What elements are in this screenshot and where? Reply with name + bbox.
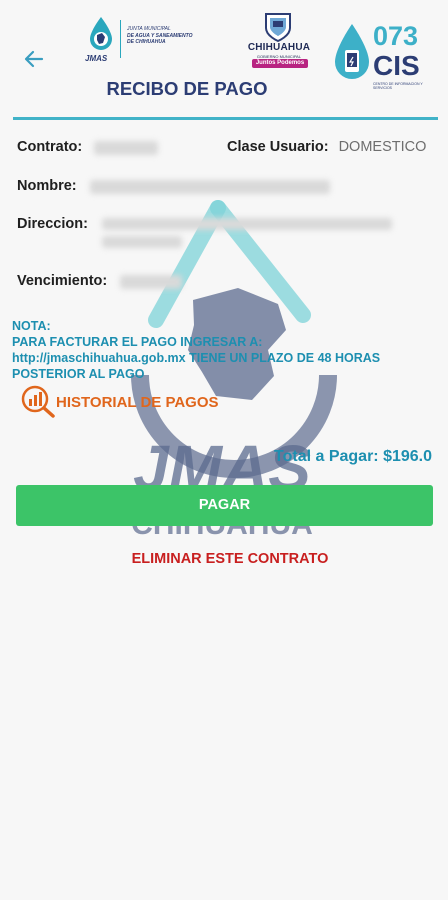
direccion-value-redacted-line2 — [102, 236, 182, 248]
nota-block: NOTA: PARA FACTURAR EL PAGO INGRESAR A: … — [12, 318, 438, 382]
nota-title: NOTA: — [12, 319, 51, 333]
chihuahua-word: CHIHUAHUA — [247, 42, 311, 53]
jmas-logo-line3: DE CHIHUAHUA — [127, 39, 166, 45]
cis-sub: CENTRO DE INFORMACION Y SERVICIOS — [373, 82, 423, 90]
clase-usuario-label: Clase Usuario: — [227, 139, 329, 155]
contrato-value-redacted — [94, 141, 158, 155]
back-arrow-icon[interactable] — [22, 47, 46, 71]
page-title: RECIBO DE PAGO — [106, 78, 268, 99]
pagar-button[interactable]: PAGAR — [16, 485, 433, 526]
clase-usuario-row: Clase Usuario: DOMESTICO — [227, 139, 426, 155]
cis-word: CIS — [373, 50, 420, 81]
jmas-logo-word: JMAS — [85, 54, 108, 63]
nombre-label: Nombre: — [17, 178, 77, 194]
app-header: JMAS JUNTA MUNICIPAL DE AGUA Y SANEAMIEN… — [0, 0, 448, 118]
direccion-value-redacted-line1 — [102, 218, 392, 230]
contrato-label: Contrato: — [17, 139, 83, 155]
nombre-value-redacted — [90, 180, 330, 194]
cis-drop-icon — [335, 24, 369, 79]
contrato-row: Contrato: — [17, 139, 82, 155]
nombre-row: Nombre: — [17, 178, 77, 194]
direccion-label: Direccion: — [17, 216, 88, 232]
chart-magnifier-icon — [21, 385, 55, 418]
shield-icon — [265, 13, 291, 42]
chihuahua-logo: CHIHUAHUA GOBIERNO MUNICIPAL Juntos Pode… — [243, 12, 315, 70]
jmas-logo: JMAS JUNTA MUNICIPAL DE AGUA Y SANEAMIEN… — [82, 14, 202, 64]
jmas-logo-divider — [120, 20, 121, 58]
vencimiento-row: Vencimiento: — [17, 273, 107, 289]
historial-label: HISTORIAL DE PAGOS — [56, 394, 219, 411]
clase-usuario-value: DOMESTICO — [338, 139, 427, 155]
chihuahua-tag: Juntos Podemos — [252, 59, 308, 68]
jmas-logo-text: JUNTA MUNICIPAL DE AGUA Y SANEAMIENTO DE… — [127, 26, 212, 46]
direccion-row: Direccion: — [17, 216, 88, 232]
vencimiento-label: Vencimiento: — [17, 273, 108, 289]
cis-number: 073 — [373, 21, 419, 51]
eliminar-contrato-link[interactable]: ELIMINAR ESTE CONTRATO — [0, 551, 448, 567]
jmas-drop-icon — [90, 17, 112, 50]
total-a-pagar: Total a Pagar: $196.0 — [274, 448, 432, 465]
vencimiento-value-redacted — [120, 275, 182, 289]
header-divider — [13, 117, 438, 120]
nota-text: PARA FACTURAR EL PAGO INGRESAR A: http:/… — [12, 335, 381, 381]
